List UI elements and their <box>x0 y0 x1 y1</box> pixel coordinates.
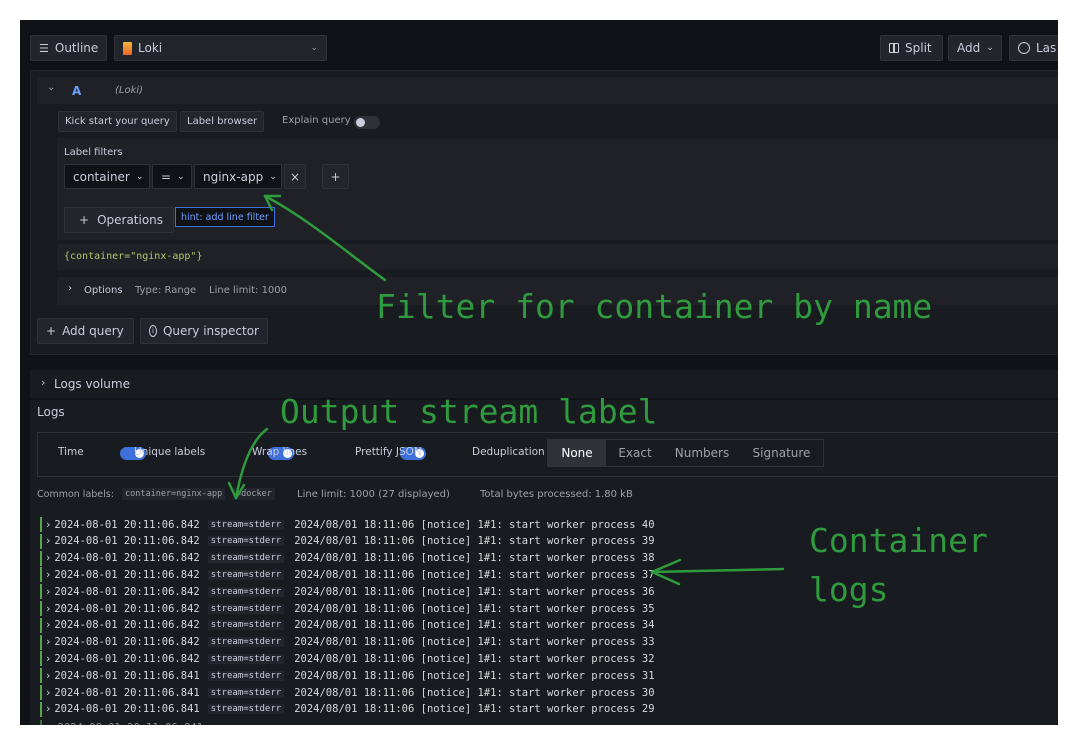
arrow-to-filter <box>263 194 387 282</box>
annotation-logs-note-1: Container <box>809 521 988 560</box>
annotation-arrows <box>227 194 785 586</box>
explore-screen: ☰ Outline Loki ⌄ Split Add ⌄ Las ⌄ A (Lo… <box>20 20 1058 725</box>
arrow-to-stream <box>234 427 269 500</box>
annotation-logs-note-2: logs <box>809 570 889 609</box>
annotation-filter-note: Filter for container by name <box>376 287 933 326</box>
arrow-to-logs <box>650 567 785 574</box>
annotation-stream-note: Output stream label <box>280 392 658 431</box>
